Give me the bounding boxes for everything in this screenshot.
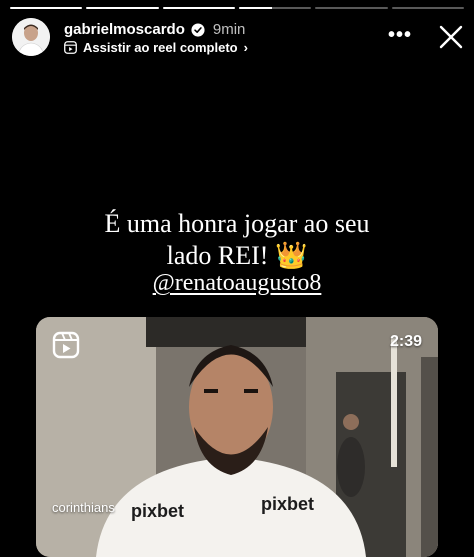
story-caption: É uma honra jogar ao seu lado REI! 👑 (0, 208, 474, 272)
username[interactable]: gabrielmoscardo (64, 21, 185, 38)
progress-segment-1 (10, 7, 83, 9)
progress-segment-2 (86, 7, 159, 9)
more-options-button[interactable]: ••• (388, 24, 412, 47)
username-row: gabrielmoscardo 9min (64, 21, 245, 38)
avatar[interactable] (12, 18, 50, 56)
watch-full-reel-label: Assistir ao reel completo (83, 40, 238, 55)
verified-badge-icon (191, 22, 205, 37)
progress-segment-6 (391, 7, 464, 9)
reels-badge-icon (52, 331, 80, 359)
shared-reel-card[interactable]: pixbet pixbet 2:39 corinthians (36, 317, 438, 557)
caption-line-1: É uma honra jogar ao seu (104, 209, 370, 238)
reels-icon (64, 41, 77, 54)
caption-line-2: lado REI! 👑 (166, 241, 308, 270)
mention-link[interactable]: @renatoaugusto8 (0, 270, 474, 297)
reel-duration: 2:39 (389, 333, 422, 350)
reel-source-account: corinthians (52, 500, 115, 515)
progress-segment-3 (162, 7, 235, 9)
close-icon[interactable] (438, 24, 464, 50)
watch-full-reel-link[interactable]: Assistir ao reel completo › (64, 40, 248, 55)
story-header: gabrielmoscardo 9min Assistir ao reel co… (12, 18, 464, 60)
progress-segment-5 (315, 7, 388, 9)
progress-segment-4 (238, 7, 312, 9)
shirt-sponsor-left: pixbet (131, 501, 184, 521)
shirt-sponsor-right: pixbet (261, 494, 314, 514)
story-progress-bar (10, 7, 464, 9)
reel-thumbnail: pixbet pixbet (36, 317, 438, 557)
time-ago: 9min (212, 21, 246, 38)
chevron-right-icon: › (243, 40, 248, 55)
